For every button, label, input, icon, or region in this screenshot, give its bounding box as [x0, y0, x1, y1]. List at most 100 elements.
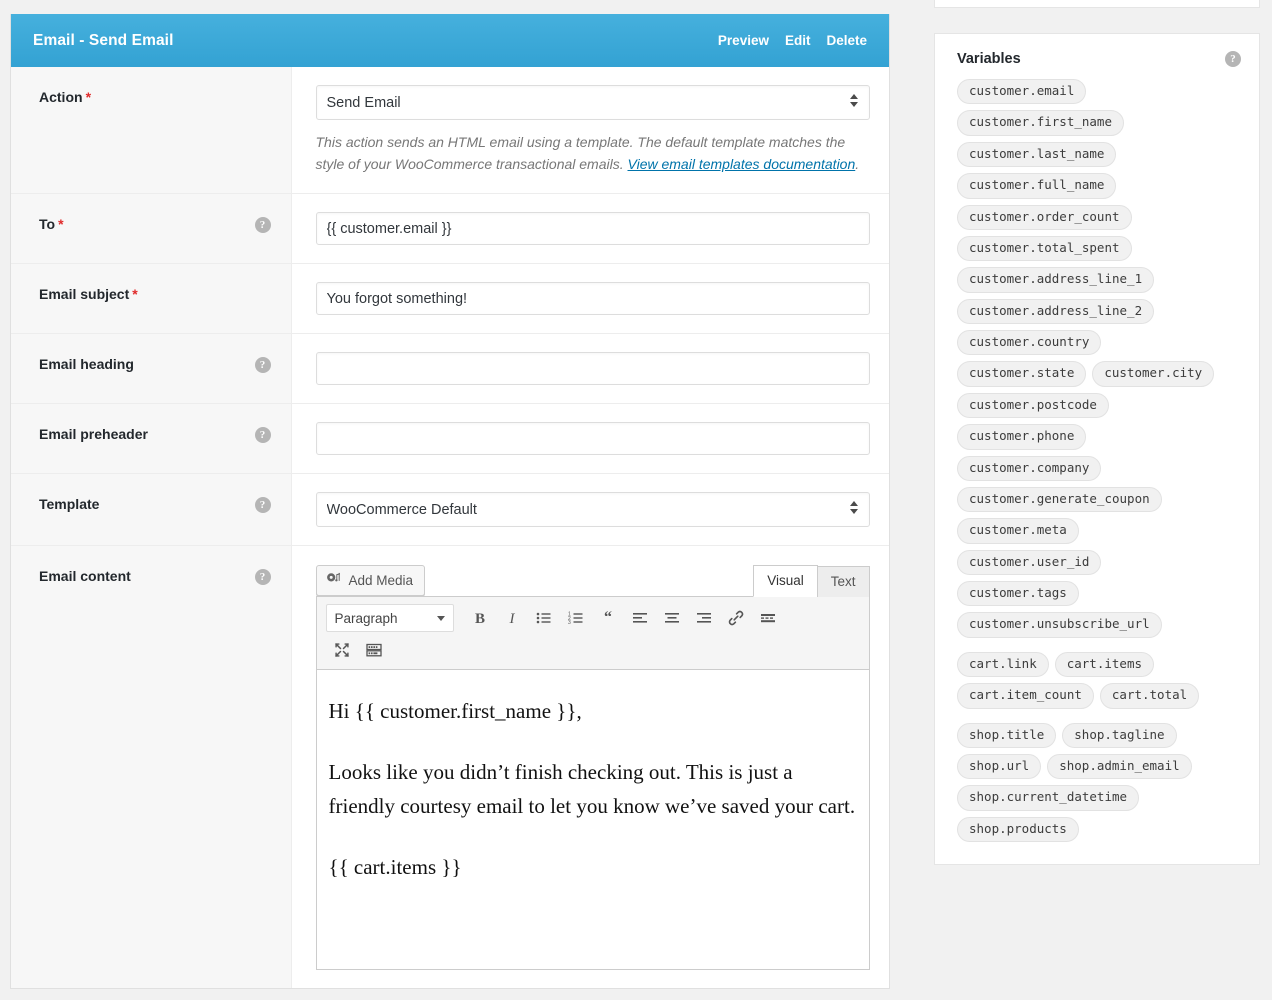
- variable-row: shop.url shop.admin_email: [957, 753, 1241, 780]
- editor-paragraph: {{ cart.items }}: [328, 855, 462, 880]
- email-templates-doc-link[interactable]: View email templates documentation: [628, 156, 856, 172]
- variable-row: customer.tags: [957, 581, 1241, 607]
- variable-pill[interactable]: cart.total: [1099, 683, 1200, 709]
- chevron-down-icon: [436, 615, 445, 621]
- required-marker: *: [132, 286, 138, 303]
- variable-row: customer.email: [957, 79, 1241, 105]
- svg-text:3: 3: [568, 620, 571, 626]
- variables-groups: customer.email customer.first_namecustome…: [957, 79, 1241, 842]
- format-select[interactable]: Paragraph: [325, 604, 454, 633]
- help-icon[interactable]: ?: [254, 217, 271, 234]
- variable-pill[interactable]: customer.state: [957, 361, 1087, 387]
- add-media-icon: [326, 572, 342, 590]
- help-icon[interactable]: ?: [254, 569, 271, 586]
- variable-pill[interactable]: customer.first_name: [957, 110, 1124, 136]
- italic-icon[interactable]: I: [496, 603, 528, 633]
- variable-row: customer.first_name: [957, 110, 1241, 136]
- variable-pill[interactable]: shop.title: [957, 722, 1057, 748]
- variable-pill[interactable]: customer.email: [957, 79, 1087, 105]
- variable-pill[interactable]: customer.address_line_1: [957, 267, 1155, 293]
- variable-pill[interactable]: customer.postcode: [957, 392, 1109, 419]
- label-action: Action *: [39, 89, 92, 105]
- email-heading-input[interactable]: [315, 352, 870, 386]
- variable-row: customer.generate_coupon: [957, 486, 1241, 513]
- editor-paragraph: Looks like you didn’t finish checking ou…: [328, 760, 856, 819]
- variable-pill[interactable]: cart.item_count: [957, 683, 1094, 709]
- help-icon[interactable]: ?: [254, 357, 271, 374]
- variable-pill[interactable]: customer.tags: [957, 581, 1079, 607]
- variable-pill[interactable]: shop.admin_email: [1047, 753, 1192, 780]
- variable-pill[interactable]: customer.country: [957, 330, 1102, 356]
- metabox-header: Email - Send Email Preview Edit Delete: [11, 14, 889, 67]
- variable-pill[interactable]: shop.products: [957, 816, 1079, 842]
- editor-content-area[interactable]: Hi {{ customer.first_name }}, Looks like…: [315, 670, 870, 971]
- variable-pill[interactable]: cart.items: [1054, 651, 1154, 678]
- variable-pill[interactable]: customer.city: [1092, 361, 1215, 387]
- label-cell-preheader: Email preheader ?: [11, 403, 292, 474]
- delete-link[interactable]: Delete: [826, 33, 867, 48]
- label-to: To *: [39, 216, 64, 233]
- variable-pill[interactable]: customer.generate_coupon: [957, 486, 1162, 513]
- page-title: Email - Send Email: [33, 31, 174, 49]
- fullscreen-icon[interactable]: [326, 635, 358, 665]
- variable-pill[interactable]: shop.current_datetime: [957, 785, 1140, 811]
- link-icon[interactable]: [720, 603, 752, 633]
- form-row-subject: Email subject *: [11, 263, 889, 334]
- toolbar-toggle-icon[interactable]: [358, 635, 390, 665]
- variable-row: customer.company: [957, 455, 1241, 481]
- variable-pill[interactable]: customer.address_line_2: [957, 298, 1155, 324]
- svg-text:B: B: [474, 611, 484, 627]
- field-cell-to: [291, 193, 889, 264]
- tab-text[interactable]: Text: [816, 566, 870, 598]
- label-cell-action: Action *: [11, 67, 292, 194]
- variable-pill[interactable]: shop.tagline: [1062, 722, 1177, 748]
- variable-pill[interactable]: customer.user_id: [957, 549, 1102, 575]
- variable-row: customer.meta: [957, 518, 1241, 544]
- help-icon[interactable]: ?: [1225, 51, 1241, 67]
- align-center-icon[interactable]: [656, 603, 688, 633]
- read-more-icon[interactable]: [752, 603, 784, 633]
- variable-pill[interactable]: customer.last_name: [957, 141, 1117, 168]
- edit-link[interactable]: Edit: [785, 33, 811, 48]
- preview-link[interactable]: Preview: [718, 33, 769, 48]
- action-select[interactable]: Send Email: [315, 85, 870, 120]
- email-content-editor: Add Media Visual Text Paragraph B I 1 2 …: [315, 564, 870, 971]
- form-row-preheader: Email preheader ?: [11, 403, 889, 474]
- variable-row: customer.postcode: [957, 392, 1241, 419]
- bold-icon[interactable]: B: [464, 603, 496, 633]
- sidebar-panel-partial: [934, 0, 1260, 8]
- add-media-button[interactable]: Add Media: [315, 565, 426, 597]
- blockquote-icon[interactable]: “: [592, 603, 624, 633]
- variable-pill[interactable]: customer.company: [957, 455, 1102, 481]
- variable-pill[interactable]: customer.meta: [957, 518, 1079, 544]
- variable-row: customer.unsubscribe_url: [957, 612, 1241, 638]
- variable-pill[interactable]: customer.order_count: [957, 204, 1132, 230]
- action-form-table: Action * Send Email This action sends an …: [11, 67, 889, 989]
- variable-row: customer.last_name: [957, 141, 1241, 168]
- svg-text:I: I: [508, 611, 515, 627]
- editor-toolbar-row-1: Paragraph B I 1 2 3 “: [325, 603, 860, 633]
- variable-pill[interactable]: customer.full_name: [957, 173, 1117, 199]
- email-preheader-input[interactable]: [315, 422, 870, 456]
- to-input[interactable]: [315, 212, 870, 246]
- tab-visual[interactable]: Visual: [753, 565, 818, 598]
- required-marker: *: [58, 216, 64, 233]
- help-icon[interactable]: ?: [254, 497, 271, 514]
- variable-pill[interactable]: cart.link: [957, 651, 1049, 678]
- bulleted-list-icon[interactable]: [528, 603, 560, 633]
- variable-pill[interactable]: customer.total_spent: [957, 235, 1132, 262]
- email-subject-input[interactable]: [315, 282, 870, 316]
- variable-pill[interactable]: shop.url: [957, 753, 1042, 780]
- numbered-list-icon[interactable]: 123: [560, 603, 592, 633]
- label-email-content: Email content: [39, 568, 131, 585]
- metabox-header-actions: Preview Edit Delete: [718, 33, 867, 48]
- variable-pill[interactable]: customer.unsubscribe_url: [957, 612, 1162, 638]
- align-right-icon[interactable]: [688, 603, 720, 633]
- align-left-icon[interactable]: [624, 603, 656, 633]
- help-icon[interactable]: ?: [254, 427, 271, 444]
- variable-row: customer.order_count: [957, 204, 1241, 230]
- field-cell-heading: [291, 333, 889, 404]
- variable-pill[interactable]: customer.phone: [957, 424, 1087, 450]
- editor-toolbar-row-2: [326, 635, 860, 665]
- template-select[interactable]: WooCommerce Default: [315, 492, 870, 528]
